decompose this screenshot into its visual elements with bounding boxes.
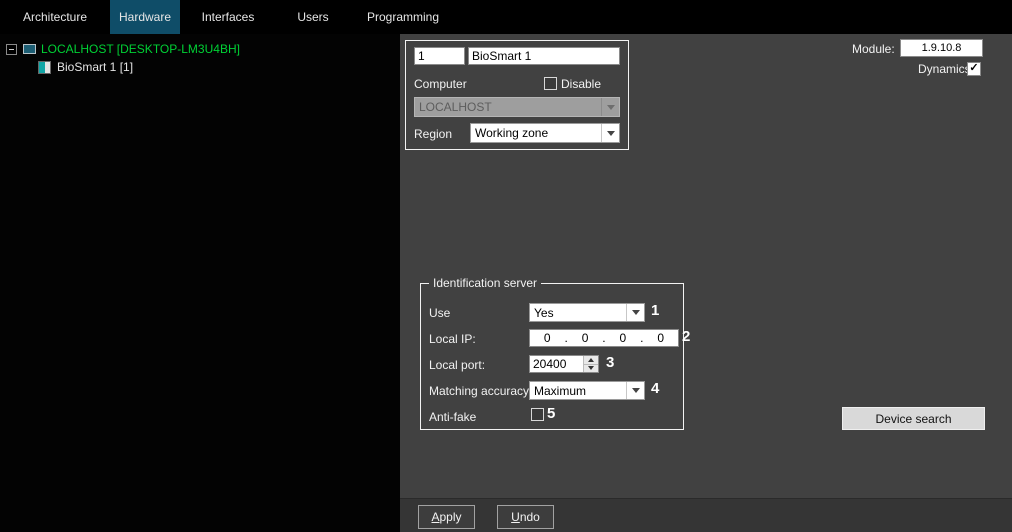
computer-select: LOCALHOST (414, 97, 620, 117)
check-icon: ✓ (969, 62, 978, 74)
computer-label: Computer (414, 77, 467, 91)
local-port-spinner[interactable]: 20400 (529, 355, 599, 373)
ip-octet-2[interactable]: 0 (582, 331, 589, 345)
local-ip-input[interactable]: 0 . 0 . 0 . 0 (529, 329, 679, 347)
module-version-field: 1.9.10.8 (900, 39, 983, 57)
identification-server-group: Identification server Use Yes 1 Local IP… (420, 283, 684, 430)
chevron-down-icon[interactable] (626, 382, 644, 399)
collapse-minus-icon[interactable] (6, 44, 17, 55)
device-tree-panel: LOCALHOST [DESKTOP-LM3U4BH] BioSmart 1 [… (0, 34, 400, 532)
chevron-down-icon[interactable] (626, 304, 644, 321)
chevron-down-icon (601, 98, 619, 116)
use-select[interactable]: Yes (529, 303, 645, 322)
annotation-2: 2 (682, 328, 690, 345)
use-label: Use (429, 306, 450, 320)
tree-device-label: BioSmart 1 [1] (57, 60, 133, 74)
footer-action-bar: Apply Undo (400, 498, 1012, 532)
annotation-1: 1 (651, 302, 659, 319)
annotation-5: 5 (547, 405, 555, 422)
use-select-value: Yes (530, 306, 626, 320)
computer-icon (23, 44, 36, 54)
apply-label: Apply (431, 510, 461, 524)
dynamics-checkbox[interactable]: ✓ (967, 62, 981, 76)
dynamics-label: Dynamics (918, 62, 971, 76)
computer-select-value: LOCALHOST (415, 100, 601, 114)
spin-down-icon[interactable] (584, 364, 598, 373)
device-settings-pane: Computer Disable LOCALHOST Region Workin… (400, 34, 1012, 498)
ip-dot: . (602, 331, 605, 345)
apply-button[interactable]: Apply (418, 505, 475, 529)
ip-octet-4[interactable]: 0 (657, 331, 664, 345)
tab-architecture[interactable]: Architecture (0, 0, 110, 34)
region-select-value: Working zone (471, 126, 601, 140)
biosmart-device-icon (38, 61, 51, 74)
ip-dot: . (640, 331, 643, 345)
spin-up-icon[interactable] (584, 356, 598, 364)
ip-octet-3[interactable]: 0 (620, 331, 627, 345)
module-label: Module: (852, 42, 895, 56)
tree-node-localhost[interactable]: LOCALHOST [DESKTOP-LM3U4BH] (6, 42, 240, 56)
annotation-4: 4 (651, 380, 659, 397)
undo-label: Undo (511, 510, 540, 524)
device-id-input[interactable] (414, 47, 465, 65)
chevron-down-icon[interactable] (601, 124, 619, 142)
disable-checkbox[interactable] (544, 77, 557, 90)
ip-dot: . (564, 331, 567, 345)
disable-label: Disable (561, 77, 601, 91)
matching-accuracy-value: Maximum (530, 384, 626, 398)
region-label: Region (414, 127, 452, 141)
top-tab-bar: Architecture Hardware Interfaces Users P… (0, 0, 1012, 34)
device-search-label: Device search (875, 412, 951, 426)
local-port-value[interactable]: 20400 (530, 356, 583, 372)
device-search-button[interactable]: Device search (842, 407, 985, 430)
matching-accuracy-label: Matching accuracy (429, 384, 529, 398)
tab-hardware[interactable]: Hardware (110, 0, 180, 34)
undo-button[interactable]: Undo (497, 505, 554, 529)
device-identity-group: Computer Disable LOCALHOST Region Workin… (405, 40, 629, 150)
tree-root-label: LOCALHOST [DESKTOP-LM3U4BH] (41, 42, 240, 56)
tab-interfaces[interactable]: Interfaces (180, 0, 276, 34)
tab-programming[interactable]: Programming (350, 0, 456, 34)
ip-octet-1[interactable]: 0 (544, 331, 551, 345)
local-ip-label: Local IP: (429, 332, 476, 346)
device-name-input[interactable] (468, 47, 620, 65)
tab-users[interactable]: Users (276, 0, 350, 34)
tree-node-biosmart[interactable]: BioSmart 1 [1] (38, 60, 133, 74)
app-window: Architecture Hardware Interfaces Users P… (0, 0, 1012, 532)
identification-server-title: Identification server (429, 276, 541, 290)
anti-fake-checkbox[interactable] (531, 408, 544, 421)
anti-fake-label: Anti-fake (429, 410, 476, 424)
region-select[interactable]: Working zone (470, 123, 620, 143)
matching-accuracy-select[interactable]: Maximum (529, 381, 645, 400)
annotation-3: 3 (606, 354, 614, 371)
local-port-label: Local port: (429, 358, 485, 372)
